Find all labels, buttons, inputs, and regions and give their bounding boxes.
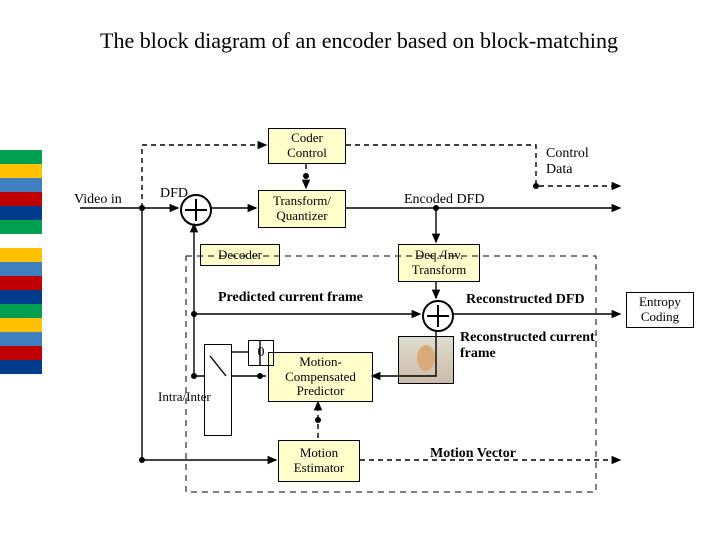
motion-comp-predictor-block: Motion-CompensatedPredictor	[268, 352, 373, 402]
dfd-label: DFD	[160, 186, 188, 202]
node-dot	[303, 173, 309, 179]
motion-vector-label: Motion Vector	[430, 446, 516, 462]
node-dot	[139, 457, 145, 463]
node-dot	[139, 205, 145, 211]
page-title: The block diagram of an encoder based on…	[100, 28, 618, 54]
node-dot	[191, 311, 197, 317]
diagram-arrows	[0, 0, 720, 540]
coder-control-block: CoderControl	[268, 128, 346, 164]
motion-estimator-block: MotionEstimator	[278, 440, 360, 482]
deq-inv-transform-block: Deq./Inv.Transform	[398, 244, 480, 282]
reconstructed-dfd-label: Reconstructed DFD	[466, 292, 585, 308]
node-dot	[433, 205, 439, 211]
frame-thumbnail	[398, 336, 454, 384]
side-stripes	[0, 150, 42, 374]
zero-input-box: 0	[248, 340, 274, 366]
decoder-badge: Decoder	[200, 244, 280, 266]
control-data-label: ControlData	[546, 146, 589, 178]
transform-quantizer-block: Transform/Quantizer	[258, 190, 346, 228]
encoded-dfd-label: Encoded DFD	[404, 192, 485, 208]
video-in-label: Video in	[74, 192, 122, 208]
node-dot	[257, 373, 263, 379]
node-dot	[533, 183, 539, 189]
sum-node-bottom	[422, 300, 454, 332]
predicted-current-frame-label: Predicted current frame	[218, 290, 363, 306]
reconstructed-current-frame-label: Reconstructed currentframe	[460, 330, 595, 362]
intra-inter-label: Intra/Inter	[158, 390, 211, 405]
node-dot	[191, 373, 197, 379]
entropy-coding-block: EntropyCoding	[626, 292, 694, 328]
node-dot	[315, 417, 321, 423]
